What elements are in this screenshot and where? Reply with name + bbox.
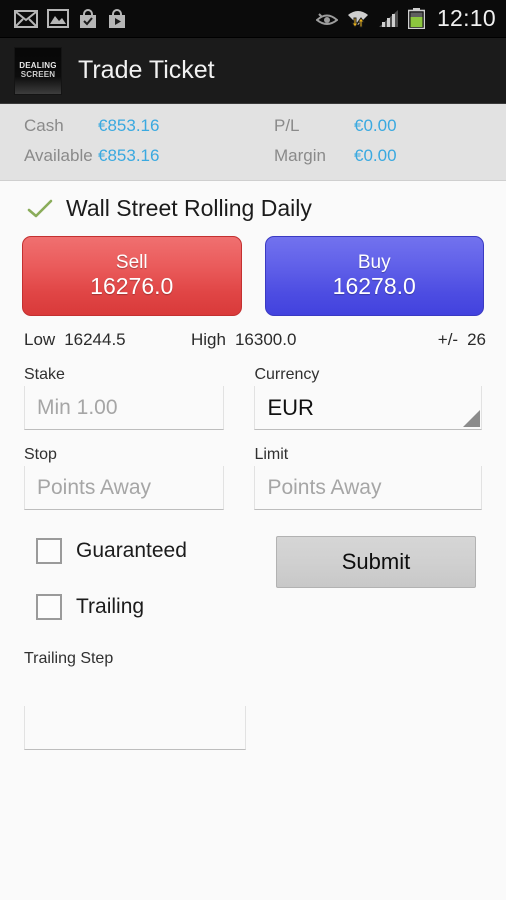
envelope-icon (14, 9, 38, 28)
status-bar-right-icons: 12:10 (315, 5, 496, 31)
stake-placeholder: Min 1.00 (37, 395, 118, 419)
guaranteed-label: Guaranteed (76, 539, 187, 562)
low-label: Low (24, 330, 56, 349)
trailing-label: Trailing (76, 595, 145, 618)
price-range-row: Low 16244.5 High 16300.0 +/- 26 (0, 316, 506, 350)
limit-label: Limit (254, 446, 289, 463)
trailing-option[interactable]: Trailing (24, 586, 246, 628)
options-column: Guaranteed Trailing (24, 530, 276, 642)
options-row: Guaranteed Trailing Submit (0, 530, 506, 642)
trade-form: Stake Min 1.00 Currency EUR Stop Points … (0, 350, 506, 510)
stop-input[interactable]: Points Away (24, 466, 225, 510)
trailing-step-label: Trailing Step (24, 650, 114, 667)
battery-icon (407, 8, 425, 29)
trailing-step-column (24, 706, 276, 750)
stop-label: Stop (24, 446, 57, 463)
bag-play-icon (109, 8, 125, 28)
margin-label: Margin (274, 146, 326, 165)
status-bar-left-icons (14, 8, 127, 29)
stop-limit-row: Stop Points Away Limit Points Away (24, 430, 482, 510)
signal-bars-icon (378, 10, 398, 27)
limit-column: Limit Points Away (254, 430, 482, 510)
limit-input[interactable]: Points Away (254, 466, 482, 510)
limit-placeholder: Points Away (267, 475, 382, 499)
high-group: High 16300.0 (191, 330, 438, 350)
available-value: €853.16 (98, 146, 160, 165)
buy-price: 16278.0 (332, 272, 416, 299)
pl-label: P/L (274, 116, 300, 135)
app-logo[interactable]: DEALING SCREEN (14, 46, 62, 95)
low-value: 16244.5 (64, 330, 126, 349)
logo-line-2: SCREEN (20, 69, 56, 79)
cash-value: €853.16 (98, 116, 160, 135)
currency-label: Currency (254, 366, 320, 383)
wifi-transfer-icon (347, 10, 368, 28)
low-group: Low 16244.5 (24, 330, 191, 350)
sell-label: Sell (115, 252, 148, 274)
instrument-name: Wall Street Rolling Daily (66, 195, 312, 221)
bag-check-icon (80, 8, 96, 28)
eye-icon (315, 12, 338, 25)
pl-value: €0.00 (354, 116, 397, 135)
chevron-down-icon (463, 410, 480, 427)
available-label: Available (24, 146, 93, 165)
account-row-available-margin: Available €853.16 Margin €0.00 (0, 141, 506, 171)
status-bar-clock: 12:10 (436, 5, 496, 31)
trailing-step-input[interactable] (24, 706, 246, 750)
stake-label: Stake (24, 366, 65, 383)
spread-group: +/- 26 (438, 330, 486, 350)
stake-input[interactable]: Min 1.00 (24, 386, 225, 430)
trailing-checkbox[interactable] (36, 594, 62, 620)
price-buttons: Sell 16276.0 Buy 16278.0 (0, 226, 506, 316)
currency-column: Currency EUR (254, 350, 482, 430)
photo-icon (47, 9, 69, 28)
status-bar: 12:10 (0, 0, 506, 38)
guaranteed-checkbox[interactable] (36, 538, 62, 564)
action-bar: DEALING SCREEN Trade Ticket (0, 38, 506, 104)
buy-label: Buy (357, 252, 391, 274)
instrument-header: Wall Street Rolling Daily (0, 181, 506, 226)
high-label: High (191, 330, 226, 349)
page-title: Trade Ticket (78, 56, 215, 84)
account-summary-bar: Cash €853.16 P/L €0.00 Available €853.16… (0, 104, 506, 181)
guaranteed-option[interactable]: Guaranteed (24, 530, 246, 572)
stop-placeholder: Points Away (37, 475, 152, 499)
stake-currency-row: Stake Min 1.00 Currency EUR (24, 350, 482, 430)
stop-column: Stop Points Away (24, 430, 254, 510)
margin-value: €0.00 (354, 146, 397, 165)
buy-button[interactable]: Buy 16278.0 (264, 236, 484, 316)
submit-button[interactable]: Submit (276, 536, 476, 588)
stake-column: Stake Min 1.00 (24, 350, 254, 430)
cash-label: Cash (24, 116, 64, 135)
currency-value: EUR (267, 394, 314, 420)
currency-select[interactable]: EUR (254, 386, 482, 430)
submit-column: Submit (276, 530, 482, 642)
sell-price: 16276.0 (90, 272, 174, 299)
trailing-step-section: Trailing Step (0, 650, 506, 750)
check-icon (27, 199, 53, 217)
sell-button[interactable]: Sell 16276.0 (22, 236, 242, 316)
spread-value: 26 (467, 330, 486, 349)
high-value: 16300.0 (234, 330, 297, 349)
spread-label: +/- (437, 330, 459, 349)
app-screen: 12:10 DEALING SCREEN Trade Ticket Cash €… (0, 0, 506, 900)
account-row-cash-pl: Cash €853.16 P/L €0.00 (0, 111, 506, 141)
